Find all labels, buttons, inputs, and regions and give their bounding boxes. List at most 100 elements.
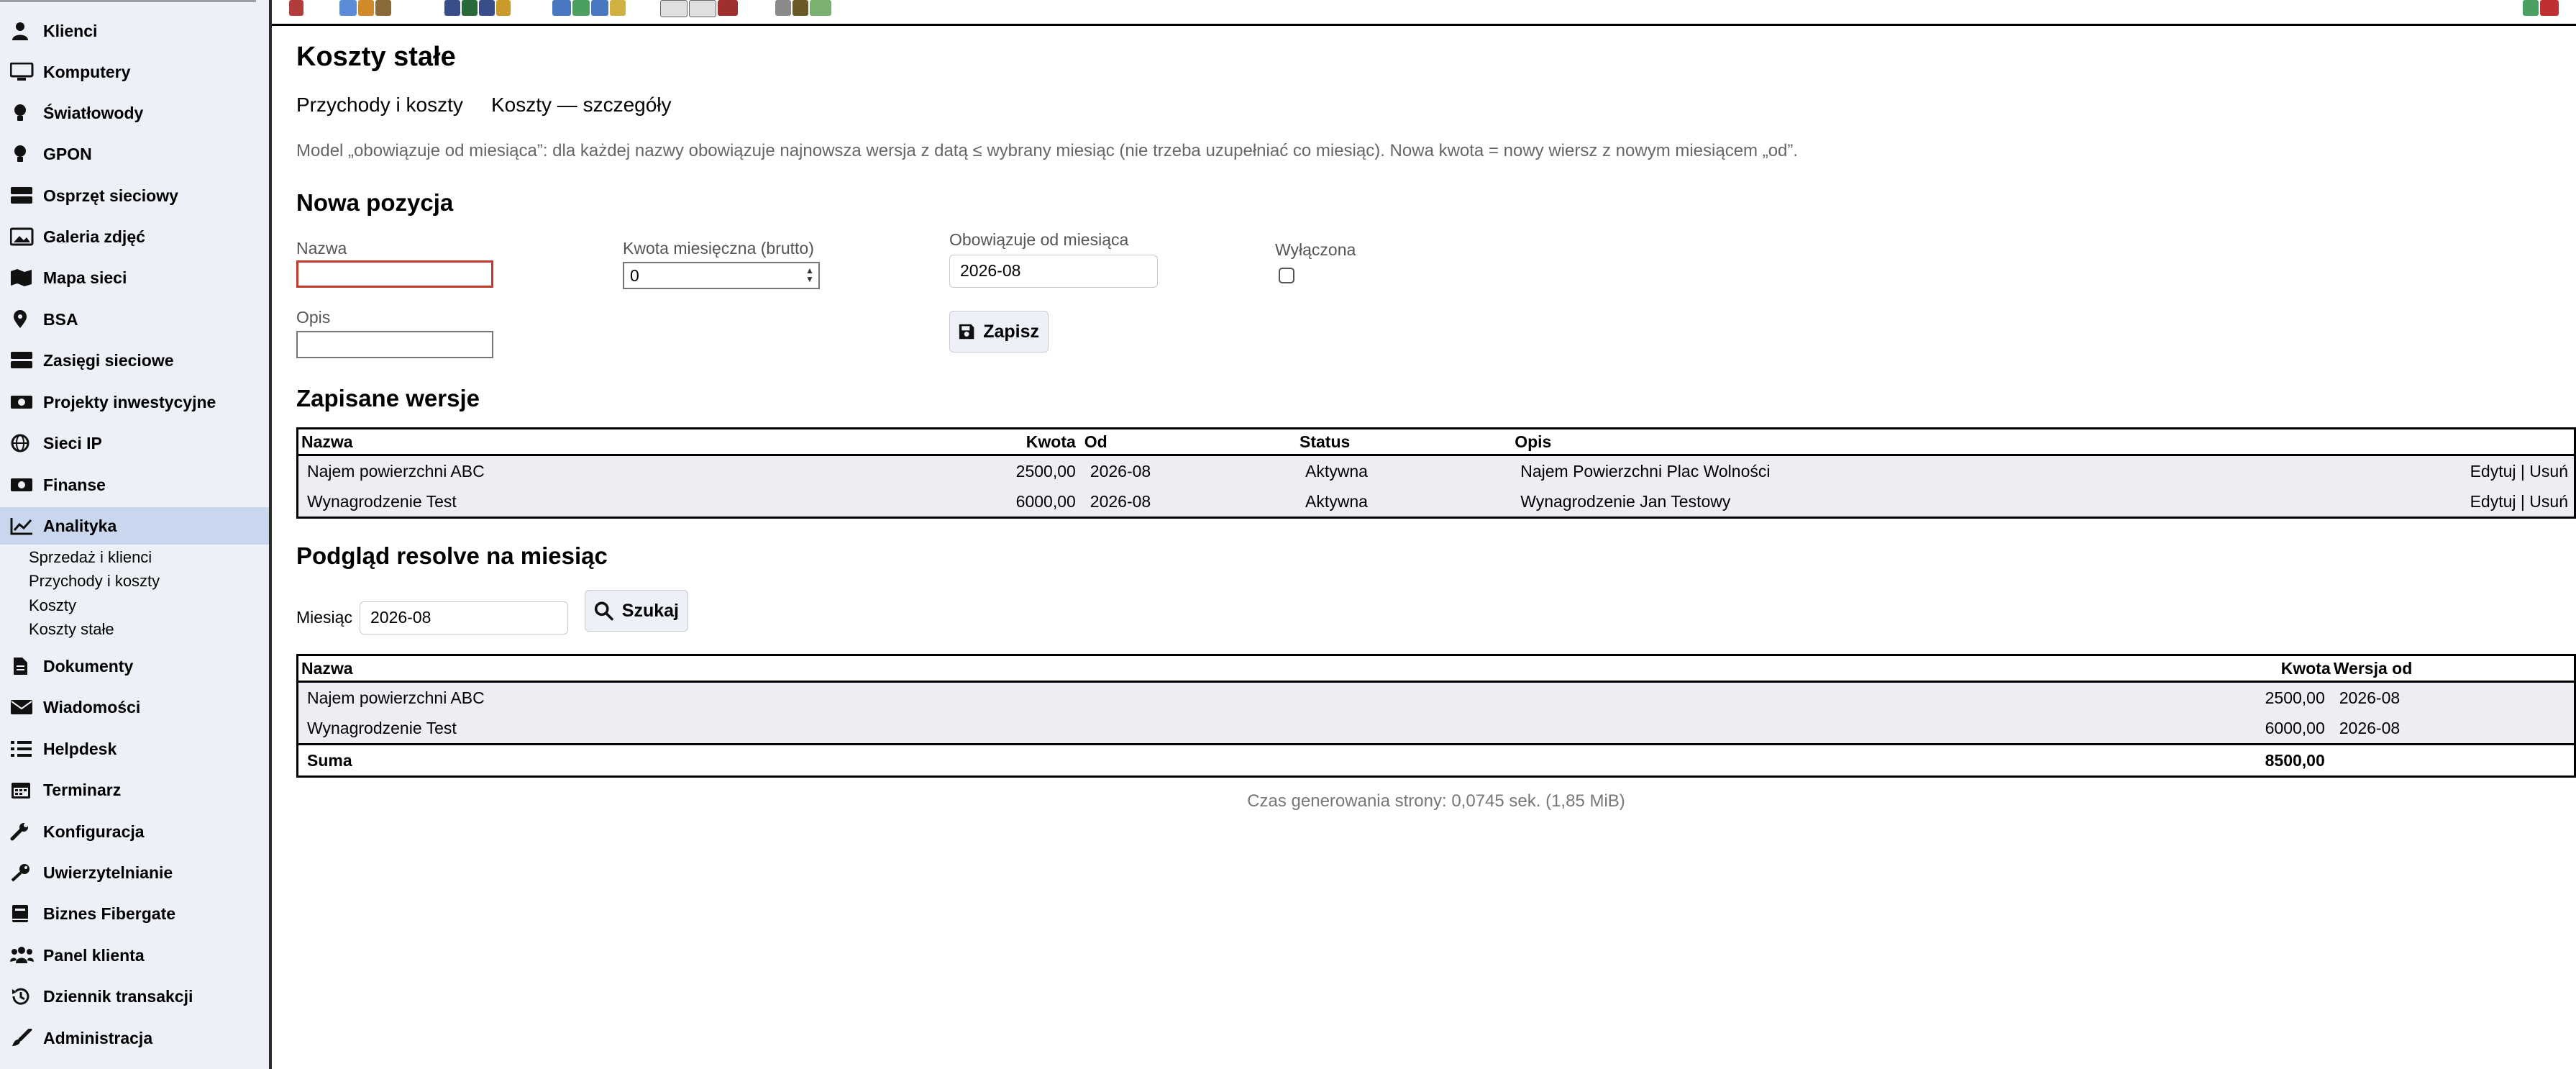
calendar-icon (10, 781, 35, 799)
table-row: Najem powierzchni ABC 2500,00 2026-08 Ak… (297, 455, 2575, 486)
toolbar-counters-icon[interactable] (660, 0, 739, 19)
key-icon (10, 863, 35, 882)
table-row: Najem powierzchni ABC 2500,00 2026-08 (297, 681, 2575, 713)
sidebar-item-gpon[interactable]: GPON (0, 135, 269, 173)
name-input[interactable] (296, 260, 493, 288)
disabled-label: Wyłączona (1275, 240, 1356, 259)
cell-amount: 6000,00 (2036, 713, 2331, 745)
cell-from: 2026-08 (1081, 486, 1297, 518)
separator: | (2520, 461, 2525, 481)
sidebar-item-label: Helpdesk (43, 740, 117, 758)
toolbar-users-icon[interactable] (444, 0, 512, 19)
sidebar-item-biznes[interactable]: Biznes Fibergate (0, 895, 269, 932)
sidebar-item-dziennik[interactable]: Dziennik transakcji (0, 978, 269, 1015)
toolbar-network-icon[interactable] (339, 0, 393, 19)
toolbar-reload-icon[interactable] (2523, 0, 2560, 19)
sidebar: Klienci Komputery Światłowody GPON Osprz… (0, 0, 272, 1069)
sidebar-item-label: BSA (43, 310, 78, 329)
sidebar-item-mapa[interactable]: Mapa sieci (0, 259, 269, 296)
link-przychody-koszty[interactable]: Przychody i koszty (296, 94, 463, 117)
disabled-checkbox[interactable] (1279, 268, 1294, 283)
col-kwota: Kwota (1007, 428, 1082, 456)
search-button[interactable]: Szukaj (585, 590, 688, 632)
link-koszty-szczegoly[interactable]: Koszty — szczegóły (491, 94, 672, 117)
sidebar-item-label: Mapa sieci (43, 268, 127, 287)
wrench-icon (10, 822, 35, 841)
sidebar-item-osprzet[interactable]: Osprzęt sieciowy (0, 177, 269, 214)
sidebar-item-sieci-ip[interactable]: Sieci IP (0, 424, 269, 462)
amount-input[interactable]: 0 ▲ ▼ (623, 262, 820, 289)
sidebar-item-swiatlowody[interactable]: Światłowody (0, 94, 269, 132)
desc-input[interactable] (296, 331, 493, 358)
amount-value: 0 (630, 266, 639, 285)
money-icon (10, 393, 35, 411)
page-title: Koszty stałe (296, 42, 456, 72)
stepper-arrows-icon[interactable]: ▲ ▼ (804, 266, 816, 285)
sidebar-item-bsa[interactable]: BSA (0, 301, 269, 338)
save-button-label: Zapisz (983, 321, 1039, 342)
sidebar-item-label: Komputery (43, 63, 131, 81)
search-icon (594, 601, 613, 621)
cell-desc: Najem Powierzchni Plac Wolności (1512, 455, 2460, 486)
pin-icon (10, 310, 35, 329)
sidebar-item-konfiguracja[interactable]: Konfiguracja (0, 813, 269, 850)
sidebar-item-label: Zasięgi sieciowe (43, 351, 174, 370)
sidebar-item-administracja[interactable]: Administracja (0, 1019, 269, 1057)
cell-amount: 2500,00 (2036, 681, 2331, 713)
sidebar-item-komputery[interactable]: Komputery (0, 53, 269, 91)
map-icon (10, 268, 35, 287)
sidebar-item-label: Analityka (43, 517, 117, 535)
sidebar-item-galeria[interactable]: Galeria zdjęć (0, 218, 269, 255)
sidebar-item-label: Klienci (43, 22, 98, 40)
cell-amount: 6000,00 (1007, 486, 1082, 518)
sidebar-item-analityka[interactable]: Analityka (0, 507, 269, 545)
cell-name: Wynagrodzenie Test (297, 713, 2037, 745)
sidebar-item-terminarz[interactable]: Terminarz (0, 771, 269, 809)
cell-name: Najem powierzchni ABC (297, 455, 1008, 486)
toolbar-finance-icon[interactable] (775, 0, 833, 19)
sidebar-item-helpdesk[interactable]: Helpdesk (0, 730, 269, 768)
sidebar-item-finanse[interactable]: Finanse (0, 466, 269, 504)
sidebar-item-wiadomosci[interactable]: Wiadomości (0, 688, 269, 726)
subnav-przychody-koszty[interactable]: Przychody i koszty (29, 572, 160, 591)
from-month-input[interactable]: 2026-08 (949, 255, 1158, 288)
sum-empty (2330, 743, 2575, 777)
sidebar-item-uwierzytelnianie[interactable]: Uwierzytelnianie (0, 854, 269, 891)
floppy-disk-icon (959, 324, 974, 340)
col-nazwa: Nazwa (297, 428, 1008, 456)
sidebar-item-projekty[interactable]: Projekty inwestycyjne (0, 383, 269, 421)
versions-heading: Zapisane wersje (296, 385, 480, 411)
desc-label: Opis (296, 308, 331, 327)
sidebar-item-panel-klienta[interactable]: Panel klienta (0, 937, 269, 974)
bulb-icon (10, 145, 35, 163)
list-icon (10, 740, 35, 758)
image-icon (10, 227, 35, 246)
cell-status: Aktywna (1297, 455, 1512, 486)
delete-link[interactable]: Usuń (2529, 462, 2568, 481)
toolbar-computers-icon[interactable] (552, 0, 627, 19)
amount-label: Kwota miesięczna (brutto) (623, 239, 814, 258)
book-icon (10, 904, 35, 923)
subnav-koszty[interactable]: Koszty (29, 596, 76, 615)
delete-link[interactable]: Usuń (2529, 492, 2568, 511)
edit-link[interactable]: Edytuj (2470, 462, 2516, 481)
sidebar-item-label: Uwierzytelnianie (43, 863, 173, 882)
toolbar-customers-icon[interactable] (289, 0, 305, 19)
subnav-sprzedaz[interactable]: Sprzedaż i klienci (29, 548, 152, 567)
new-item-heading: Nowa pozycja (296, 189, 454, 216)
versions-table: Nazwa Kwota Od Status Opis Najem powierz… (296, 427, 2576, 519)
chart-line-icon (10, 517, 35, 535)
sidebar-item-klienci[interactable]: Klienci (0, 12, 269, 50)
cell-from: 2026-08 (2330, 713, 2575, 745)
cell-actions: Edytuj | Usuń (2459, 486, 2575, 518)
sidebar-item-zasiegi[interactable]: Zasięgi sieciowe (0, 342, 269, 379)
edit-link[interactable]: Edytuj (2470, 492, 2516, 511)
subnav-koszty-stale[interactable]: Koszty stałe (29, 620, 114, 639)
sidebar-item-dokumenty[interactable]: Dokumenty (0, 647, 269, 685)
envelope-icon (10, 698, 35, 717)
save-button[interactable]: Zapisz (949, 311, 1049, 352)
month-input[interactable]: 2026-08 (360, 601, 568, 634)
cell-desc: Wynagrodzenie Jan Testowy (1512, 486, 2460, 518)
sidebar-item-label: Biznes Fibergate (43, 904, 176, 923)
person-icon (10, 22, 35, 40)
